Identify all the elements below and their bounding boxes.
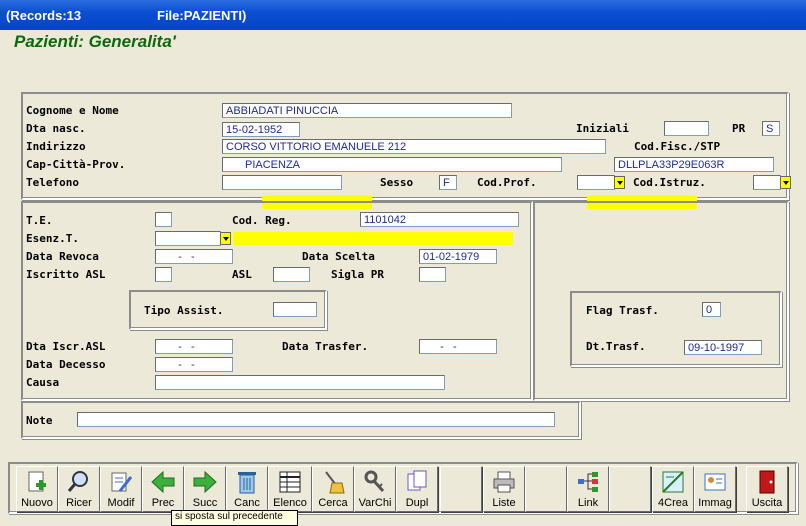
- dt-trasf-field[interactable]: 09-10-1997: [684, 340, 762, 355]
- scelta-field[interactable]: 01-02-1979: [419, 249, 497, 264]
- records-count: (Records:13: [6, 8, 82, 23]
- esenz-description: [233, 232, 513, 245]
- list-icon: [279, 471, 301, 493]
- trasf-group: [570, 291, 782, 367]
- uscita-button[interactable]: Uscita: [746, 466, 788, 512]
- esenz-dropdown-icon[interactable]: [220, 232, 231, 245]
- dupl-button[interactable]: Dupl: [396, 466, 438, 512]
- decesso-label: Data Decesso: [26, 358, 106, 371]
- empty-button-3[interactable]: [609, 466, 651, 512]
- modif-button[interactable]: Modif: [100, 466, 142, 512]
- page-title: Pazienti: Generalita': [14, 32, 176, 51]
- codprof-field[interactable]: [577, 175, 615, 190]
- revoca-field[interactable]: - -: [155, 249, 233, 264]
- codreg-field[interactable]: 1101042: [360, 212, 519, 227]
- codistruz-label: Cod.Istruz.: [633, 176, 706, 189]
- tipo-field[interactable]: [273, 302, 317, 317]
- link-tree-icon: [578, 472, 598, 492]
- keys-icon: [364, 470, 385, 493]
- link-button[interactable]: Link: [567, 466, 609, 512]
- add-document-icon: [28, 471, 46, 492]
- indirizzo-field[interactable]: CORSO VITTORIO EMANUELE 212: [222, 139, 606, 154]
- decesso-field[interactable]: - -: [155, 357, 233, 372]
- iscr-label: Dta Iscr.ASL: [26, 340, 106, 353]
- flag-trasf-label: Flag Trasf.: [586, 304, 659, 317]
- iniziali-field[interactable]: [664, 121, 709, 136]
- codreg-label: Cod. Reg.: [232, 214, 292, 227]
- varchi-button[interactable]: VarChi: [354, 466, 396, 512]
- cerca-button[interactable]: Cerca: [312, 466, 354, 512]
- cap-label: Cap-Città-Prov.: [26, 158, 126, 171]
- esenz-label: Esenz.T.: [26, 232, 79, 245]
- exit-door-icon: [759, 470, 775, 494]
- scelta-label: Data Scelta: [302, 250, 375, 263]
- succ-button[interactable]: Succ: [184, 466, 226, 512]
- codprof-dropdown-icon[interactable]: [614, 176, 625, 189]
- codprof-label: Cod.Prof.: [477, 176, 537, 189]
- tooltip: si sposta sul precedente: [171, 510, 298, 526]
- telefono-field[interactable]: [222, 175, 342, 190]
- empty-button-1[interactable]: [440, 466, 482, 512]
- nuovo-button[interactable]: Nuovo: [16, 466, 58, 512]
- indirizzo-label: Indirizzo: [26, 140, 86, 153]
- cognome-field[interactable]: ABBIADATI PINUCCIA: [222, 103, 512, 118]
- prec-button[interactable]: Prec: [142, 466, 184, 512]
- codistruz-field[interactable]: [753, 175, 781, 190]
- codfisc-label: Cod.Fisc./STP: [634, 140, 721, 153]
- pr-label: PR: [732, 122, 746, 135]
- te-label: T.E.: [26, 214, 53, 227]
- crea-button[interactable]: 4Crea: [652, 466, 694, 512]
- cap-field[interactable]: PIACENZA: [222, 157, 562, 172]
- causa-label: Causa: [26, 376, 60, 389]
- telefono-label: Telefono: [26, 176, 79, 189]
- arrow-right-icon: [193, 470, 217, 494]
- sigla-field[interactable]: [419, 267, 446, 282]
- iscr-field[interactable]: - -: [155, 339, 233, 354]
- empty-button-2[interactable]: [525, 466, 567, 512]
- cognome-label: Cognome e Nome: [26, 104, 119, 117]
- liste-button[interactable]: Liste: [483, 466, 525, 512]
- asl-field[interactable]: [273, 267, 310, 282]
- dt-trasf-label: Dt.Trasf.: [586, 340, 646, 353]
- arrow-left-icon: [151, 470, 175, 494]
- asl-label: ASL: [232, 268, 252, 281]
- note-label: Note: [26, 414, 53, 427]
- codfisc-field[interactable]: DLLPLA33P29E063R: [614, 157, 774, 172]
- sigla-label: Sigla PR: [331, 268, 384, 281]
- title-bar: (Records:13 File:PAZIENTI): [0, 0, 806, 30]
- ricer-button[interactable]: Ricer: [58, 466, 100, 512]
- pr-field[interactable]: S: [762, 121, 780, 136]
- trasfer-field[interactable]: - -: [419, 339, 497, 354]
- edit-document-icon: [111, 472, 133, 492]
- iniziali-label: Iniziali: [576, 122, 629, 135]
- iscritto-field[interactable]: [155, 267, 172, 282]
- file-name: File:PAZIENTI): [157, 8, 247, 23]
- immag-button[interactable]: Immag: [694, 466, 736, 512]
- trasfer-label: Data Trasfer.: [282, 340, 369, 353]
- causa-field[interactable]: [155, 375, 445, 390]
- sesso-field[interactable]: F: [439, 175, 457, 190]
- elenco-button[interactable]: Elenco: [268, 466, 312, 512]
- duplicate-icon: [407, 470, 427, 491]
- revoca-label: Data Revoca: [26, 250, 99, 263]
- codistruz-dropdown-icon[interactable]: [780, 176, 791, 189]
- iscritto-label: Iscritto ASL: [26, 268, 106, 281]
- search-broom-icon: [325, 471, 345, 494]
- create-icon: [662, 471, 684, 493]
- printer-icon: [493, 471, 515, 493]
- search-icon: [67, 471, 88, 492]
- note-field[interactable]: [77, 412, 555, 427]
- tipo-label: Tipo Assist.: [144, 304, 224, 317]
- image-card-icon: [704, 473, 726, 491]
- canc-button[interactable]: Canc: [226, 466, 268, 512]
- nasc-field[interactable]: 15-02-1952: [222, 122, 300, 137]
- nasc-label: Dta nasc.: [26, 122, 86, 135]
- te-field[interactable]: [155, 212, 172, 227]
- flag-trasf-field[interactable]: 0: [702, 302, 721, 317]
- sesso-label: Sesso: [380, 176, 414, 189]
- esenz-field[interactable]: [155, 231, 221, 246]
- trash-icon: [238, 472, 256, 494]
